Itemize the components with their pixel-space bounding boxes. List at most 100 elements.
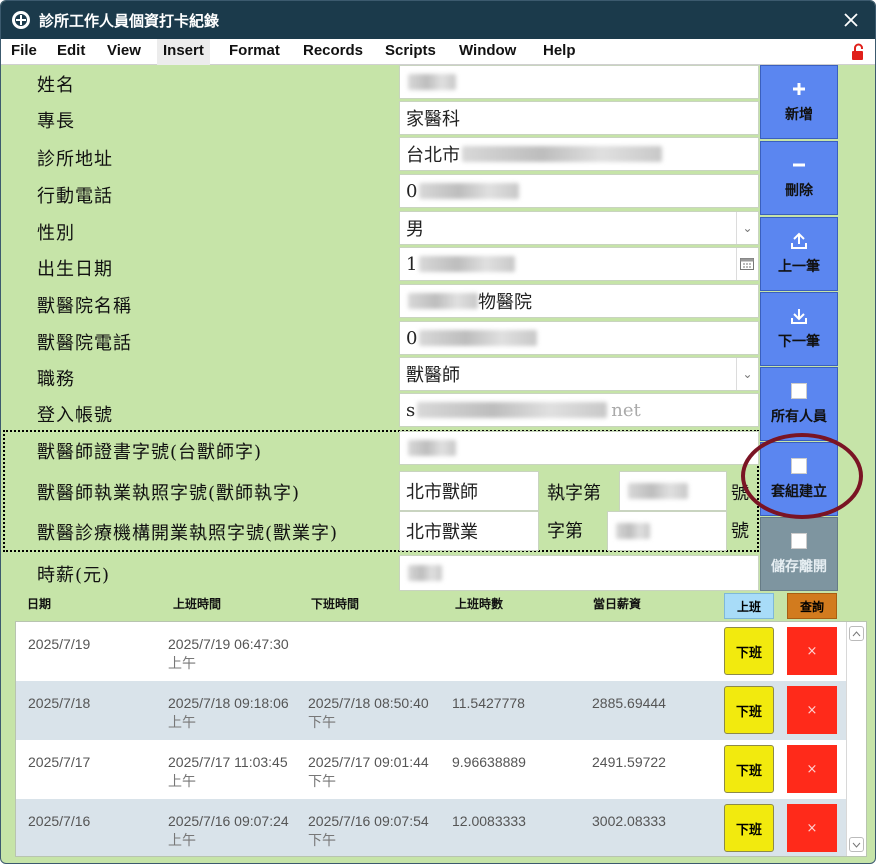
table-row: 2025/7/16 2025/7/16 09:07:24 上午 2025/7/16…: [16, 799, 846, 856]
clock-out-button[interactable]: 下班: [724, 686, 774, 734]
license-prefix-field[interactable]: 北市獸師: [399, 471, 539, 511]
scroll-up-icon[interactable]: [849, 626, 864, 641]
menu-format[interactable]: Format: [229, 39, 280, 65]
add-button-label: 新增: [785, 107, 813, 123]
clinic-address-value: 台北市: [406, 145, 460, 166]
close-icon: ×: [806, 820, 818, 836]
download-icon: [790, 307, 808, 325]
table-row: 2025/7/19 2025/7/19 06:47:30 上午 下班 ×: [16, 622, 846, 681]
cell-clock-in: 2025/7/17 11:03:45 上午: [168, 754, 288, 790]
close-icon: ×: [806, 761, 818, 777]
table-row: 2025/7/18 2025/7/18 09:18:06 上午 2025/7/18…: [16, 681, 846, 740]
query-button[interactable]: 查詢: [787, 593, 837, 619]
hospital-name-field[interactable]: 物醫院: [399, 284, 759, 318]
menu-scripts[interactable]: Scripts: [385, 39, 436, 65]
clinic-license-prefix-field[interactable]: 北市獸業: [399, 511, 539, 551]
delete-row-button[interactable]: ×: [787, 745, 837, 793]
clock-in-button[interactable]: 上班: [724, 593, 774, 619]
menu-records[interactable]: Records: [303, 39, 363, 65]
cell-clock-in: 2025/7/16 09:07:24 上午: [168, 813, 289, 849]
title-bar: 診所工作人員個資打卡紀錄: [1, 1, 875, 39]
label-clinic-license-no: 獸醫診療機構開業執照字號(獸業字): [37, 523, 339, 544]
label-hospital-name: 獸醫院名稱: [37, 296, 132, 317]
delete-row-button[interactable]: ×: [787, 627, 837, 675]
label-login-account: 登入帳號: [37, 405, 113, 426]
menu-edit[interactable]: Edit: [57, 39, 85, 65]
calendar-icon[interactable]: [736, 248, 756, 280]
license-prefix-value: 北市獸師: [406, 482, 478, 503]
delete-row-button[interactable]: ×: [787, 804, 837, 852]
label-specialty: 專長: [37, 111, 75, 132]
delete-row-button[interactable]: ×: [787, 686, 837, 734]
menu-bar: File Edit View Insert Format Records Scr…: [1, 39, 875, 65]
cert-no-field[interactable]: [399, 431, 759, 465]
create-set-button[interactable]: 套組建立: [760, 442, 838, 516]
mobile-field[interactable]: 0: [399, 174, 759, 208]
label-cert-no: 獸醫師證書字號(台獸師字): [37, 442, 263, 463]
cell-hours: 12.0083333: [452, 813, 526, 829]
gender-value: 男: [406, 219, 424, 240]
menu-view[interactable]: View: [107, 39, 141, 65]
menu-file[interactable]: File: [11, 39, 37, 65]
previous-record-label: 上一筆: [778, 259, 820, 275]
clock-out-button[interactable]: 下班: [724, 804, 774, 852]
minus-icon: [790, 156, 808, 174]
specialty-field[interactable]: 家醫科: [399, 101, 759, 135]
table-row: 2025/7/17 2025/7/17 11:03:45 上午 2025/7/17…: [16, 740, 846, 799]
close-button[interactable]: [841, 10, 861, 30]
clinic-license-number-field[interactable]: [607, 511, 727, 551]
menu-insert[interactable]: Insert: [157, 39, 210, 65]
all-staff-button[interactable]: 所有人員: [760, 367, 838, 441]
license-suffix-label: 號: [731, 483, 749, 504]
cell-pay: 2885.69444: [592, 695, 666, 711]
chevron-down-icon[interactable]: ⌄: [736, 358, 758, 390]
col-clock-in: 上班時間: [173, 597, 222, 611]
cell-clock-out: 2025/7/18 08:50:40 下午: [308, 695, 429, 731]
clinic-license-suffix-label: 號: [731, 521, 749, 542]
unlock-icon[interactable]: [849, 43, 867, 61]
cell-hours: 11.5427778: [452, 695, 525, 711]
cell-date: 2025/7/19: [28, 636, 91, 652]
hourly-wage-field[interactable]: [399, 555, 759, 591]
cell-clock-out: 2025/7/16 09:07:54 下午: [308, 813, 429, 849]
position-value: 獸醫師: [406, 365, 460, 386]
window-title: 診所工作人員個資打卡紀錄: [39, 11, 220, 30]
cell-clock-in: 2025/7/18 09:18:06 上午: [168, 695, 289, 731]
clock-out-button[interactable]: 下班: [724, 745, 774, 793]
close-icon: ×: [806, 643, 818, 659]
close-icon: ×: [806, 702, 818, 718]
clock-out-button[interactable]: 下班: [724, 627, 774, 675]
next-record-button[interactable]: 下一筆: [760, 292, 838, 366]
delete-record-button[interactable]: 刪除: [760, 141, 838, 215]
chevron-down-icon[interactable]: ⌄: [736, 212, 758, 244]
scroll-down-icon[interactable]: [849, 837, 864, 852]
col-hours: 上班時數: [455, 597, 504, 611]
position-dropdown[interactable]: 獸醫師 ⌄: [399, 357, 759, 391]
menu-window[interactable]: Window: [459, 39, 516, 65]
login-account-field[interactable]: s net: [399, 393, 759, 427]
cell-clock-in: 2025/7/19 06:47:30 上午: [168, 636, 289, 672]
save-exit-button[interactable]: 儲存離開: [760, 517, 838, 591]
previous-record-button[interactable]: 上一筆: [760, 217, 838, 291]
cell-clock-out: 2025/7/17 09:01:44 下午: [308, 754, 429, 790]
clinic-address-field[interactable]: 台北市: [399, 137, 759, 171]
license-mid-label: 執字第: [547, 483, 601, 504]
plus-icon: [790, 80, 808, 98]
license-number-field[interactable]: [619, 471, 727, 511]
birthdate-field[interactable]: 1: [399, 247, 759, 281]
vertical-scrollbar[interactable]: [846, 622, 866, 856]
cell-date: 2025/7/17: [28, 754, 91, 770]
menu-help[interactable]: Help: [543, 39, 576, 65]
login-account-tail: net: [611, 399, 641, 421]
hospital-phone-value: 0: [406, 327, 418, 349]
square-icon: [790, 532, 808, 550]
name-field[interactable]: [399, 65, 759, 99]
specialty-value: 家醫科: [406, 109, 460, 130]
cell-date: 2025/7/18: [28, 695, 91, 711]
all-staff-label: 所有人員: [771, 409, 827, 425]
add-button[interactable]: 新增: [760, 65, 838, 139]
label-license-no: 獸醫師執業執照字號(獸師執字): [37, 483, 301, 504]
app-logo-icon: [12, 11, 30, 29]
gender-dropdown[interactable]: 男 ⌄: [399, 211, 759, 245]
hospital-phone-field[interactable]: 0: [399, 321, 759, 355]
